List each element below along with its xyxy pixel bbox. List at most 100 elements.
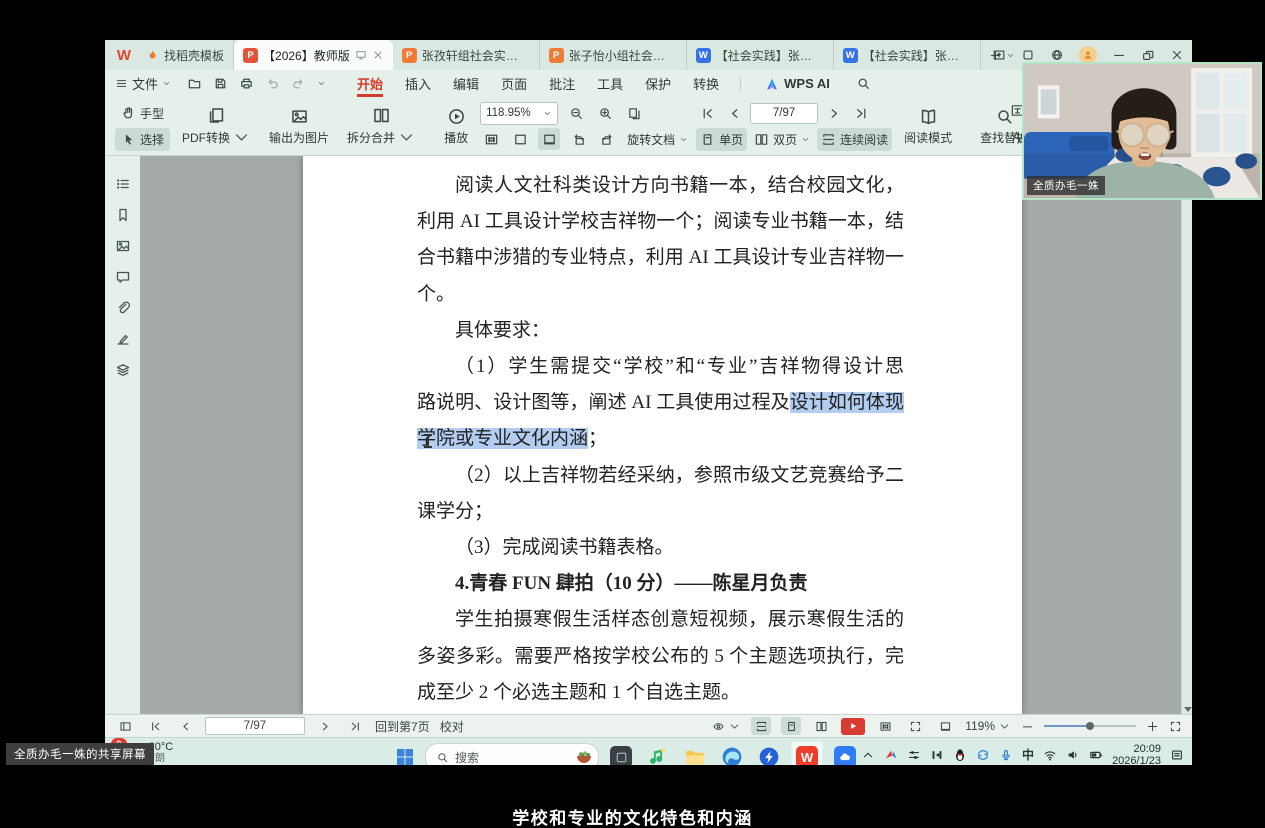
menu-tab-insert[interactable]: 插入	[394, 70, 442, 97]
taskbar-search[interactable]: 搜索	[425, 743, 599, 765]
page-extract-button[interactable]	[623, 102, 645, 124]
tab-ppt-zhangziyi[interactable]: P 张子怡小组社会实践学期	[540, 40, 687, 70]
tab-teacher-pdf[interactable]: P 【2026】教师版	[234, 40, 393, 70]
fit-width-button[interactable]	[935, 717, 955, 735]
zoom-slider-knob[interactable]	[1086, 722, 1094, 730]
volume-icon[interactable]	[1066, 748, 1080, 762]
zoom-out-icon[interactable]	[1021, 720, 1034, 733]
rotate-right-button[interactable]	[596, 128, 618, 150]
next-page-button[interactable]	[823, 102, 845, 124]
vertical-scrollbar[interactable]	[1181, 156, 1192, 714]
play-button[interactable]: 播放	[438, 99, 474, 153]
open-folder-icon[interactable]	[187, 76, 202, 91]
menu-tab-comment[interactable]: 批注	[538, 70, 586, 97]
tab-word-zhangzixuan[interactable]: W 【社会实践】张孜轩小组	[687, 40, 834, 70]
taskbar-app-cloud[interactable]	[830, 742, 860, 765]
fullscreen-icon[interactable]	[1169, 720, 1182, 733]
fit-page-button[interactable]	[509, 128, 531, 150]
webcam-video[interactable]: 全质办毛一姝	[1022, 62, 1262, 200]
last-page-button[interactable]	[345, 717, 365, 735]
close-icon[interactable]	[1170, 48, 1184, 62]
globe-icon[interactable]	[1050, 48, 1064, 62]
ime-indicator[interactable]: 中	[1022, 746, 1034, 763]
single-page-button[interactable]: 单页	[696, 128, 747, 151]
tab-word-zhangziyi[interactable]: W 【社会实践】张子怡小组	[834, 40, 981, 70]
notification-center-icon[interactable]	[1170, 748, 1184, 762]
file-menu[interactable]: 文件	[115, 74, 171, 93]
fit-width-button[interactable]	[538, 128, 560, 150]
fit-screen-button[interactable]	[905, 717, 925, 735]
rotate-doc-dropdown[interactable]: 旋转文档	[625, 128, 690, 151]
attachment-icon[interactable]	[115, 300, 131, 316]
print-icon[interactable]	[239, 76, 254, 91]
zoom-in-button[interactable]	[594, 102, 616, 124]
zoom-in-icon[interactable]	[1146, 720, 1159, 733]
autoplay-button[interactable]	[841, 718, 865, 735]
single-page-view-button[interactable]	[781, 717, 801, 735]
hand-tool-button[interactable]: 手型	[115, 102, 170, 125]
menu-tab-tools[interactable]: 工具	[586, 70, 634, 97]
search-icon[interactable]	[856, 76, 871, 91]
share-screen-icon[interactable]	[992, 48, 1006, 62]
quick-access-chevron-icon[interactable]	[317, 79, 326, 88]
page-number-input[interactable]: 7/97	[750, 103, 818, 124]
menu-tab-edit[interactable]: 编辑	[442, 70, 490, 97]
proofread-button[interactable]: 校对	[440, 718, 464, 735]
menu-tab-home[interactable]: 开始	[346, 70, 394, 97]
menu-tab-convert[interactable]: 转换	[682, 70, 730, 97]
workspace-icon[interactable]	[1021, 48, 1035, 62]
prev-page-button[interactable]	[175, 717, 195, 735]
pdf-convert-button[interactable]: PDF转换	[176, 99, 257, 153]
taskbar-app-device[interactable]	[606, 742, 636, 765]
undo-icon[interactable]	[265, 76, 280, 91]
wps-logo[interactable]: W	[111, 40, 137, 70]
scroll-down-arrow-icon[interactable]	[1184, 707, 1192, 712]
restore-icon[interactable]	[1141, 48, 1155, 62]
layers-icon[interactable]	[115, 362, 131, 378]
zoom-out-button[interactable]	[565, 102, 587, 124]
first-page-button[interactable]	[696, 102, 718, 124]
rotate-left-button[interactable]	[567, 128, 589, 150]
taskbar-app-edge[interactable]	[717, 742, 747, 765]
comment-icon[interactable]	[115, 269, 131, 285]
wifi-icon[interactable]	[1043, 748, 1057, 762]
save-icon[interactable]	[213, 76, 228, 91]
first-page-button[interactable]	[145, 717, 165, 735]
document-view[interactable]: 阅读人文社科类设计方向书籍一本，结合校园文化， 利用 AI 工具设计学校吉祥物一…	[140, 156, 1192, 714]
tray-qq-icon[interactable]	[953, 748, 967, 762]
prev-page-button[interactable]	[723, 102, 745, 124]
fit-page-button[interactable]	[875, 717, 895, 735]
menu-tab-page[interactable]: 页面	[490, 70, 538, 97]
pdf-page[interactable]: 阅读人文社科类设计方向书籍一本，结合校园文化， 利用 AI 工具设计学校吉祥物一…	[303, 156, 1022, 714]
tab-docer-templates[interactable]: 找稻壳模板	[137, 40, 234, 70]
tray-meeting-icon[interactable]	[884, 748, 898, 762]
select-tool-button[interactable]: 选择	[115, 128, 170, 151]
zoom-slider[interactable]	[1044, 725, 1136, 727]
continuous-view-button[interactable]	[751, 717, 771, 735]
read-mode-button[interactable]: 阅读模式	[898, 99, 958, 153]
taskbar-app-explorer[interactable]	[680, 742, 710, 765]
signature-icon[interactable]	[115, 331, 131, 347]
redo-icon[interactable]	[291, 76, 306, 91]
back-to-page-button[interactable]: 回到第7页	[375, 718, 430, 735]
tray-settings-sliders-icon[interactable]	[907, 748, 921, 762]
taskbar-clock[interactable]: 20:09 2026/1/23	[1112, 743, 1161, 766]
taskbar-app-wps[interactable]: W	[791, 741, 823, 765]
double-page-view-button[interactable]	[811, 717, 831, 735]
tray-expand-icon[interactable]	[861, 748, 875, 762]
battery-icon[interactable]	[1089, 748, 1103, 762]
menu-tab-protect[interactable]: 保护	[634, 70, 682, 97]
view-options-dropdown[interactable]	[712, 720, 741, 733]
tray-sync-icon[interactable]	[976, 748, 990, 762]
tray-mic-icon[interactable]	[999, 748, 1013, 762]
bookmark-icon[interactable]	[115, 207, 131, 223]
start-button[interactable]	[391, 744, 418, 766]
taskbar-app-thunder[interactable]	[754, 742, 784, 765]
close-tab-icon[interactable]	[372, 49, 384, 61]
last-page-button[interactable]	[850, 102, 872, 124]
wps-ai-button[interactable]: WPS AI	[765, 76, 830, 91]
toggle-sidebar-button[interactable]	[115, 717, 135, 735]
taskbar-app-music[interactable]	[643, 742, 673, 765]
tray-player-icon[interactable]	[930, 748, 944, 762]
outline-icon[interactable]	[115, 176, 131, 192]
